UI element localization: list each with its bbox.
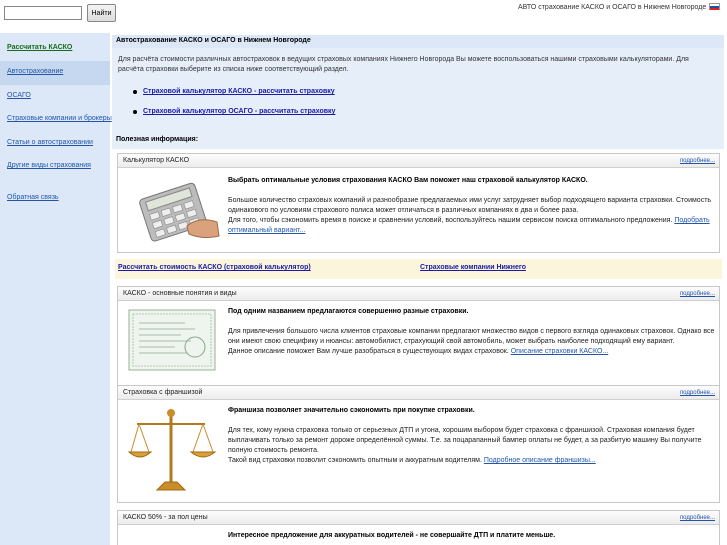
scales-image: [127, 409, 217, 491]
bullet-icon: [133, 110, 137, 114]
link-kasko-calculator[interactable]: Страховой калькулятор КАСКО - рассчитать…: [143, 88, 335, 95]
insurance-certificate-image: [128, 309, 216, 371]
site-title: АВТО страхование КАСКО и ОСАГО в Нижнем …: [518, 4, 707, 11]
intro-text: Для расчёта стоимости различных автостра…: [118, 56, 689, 73]
more-link[interactable]: подробнее...: [680, 390, 715, 396]
card-lead: Интересное предложение для аккуратных во…: [228, 532, 556, 539]
card-kasko-calculator: Калькулятор КАСКО подробнее... Выбрать о…: [117, 153, 720, 253]
card-title: КАСКО - основные понятия и виды: [123, 290, 237, 297]
link-calc-cost[interactable]: Рассчитать стоимость КАСКО (страховой ка…: [118, 264, 311, 271]
card-kasko-50: КАСКО 50% - за пол цены подробнее... Инт…: [117, 510, 720, 545]
link-osago-calculator[interactable]: Страховой калькулятор ОСАГО - рассчитать…: [143, 108, 335, 115]
card-body: Для привлечения большого числа клиентов …: [228, 328, 715, 345]
sidebar: Рассчитать КАСКО Автострахование ОСАГО С…: [0, 33, 112, 545]
sidebar-item-osago[interactable]: ОСАГО: [7, 92, 31, 99]
sidebar-item-articles[interactable]: Статьи о автостраховании: [7, 139, 93, 146]
sidebar-item-companies[interactable]: Страховые компании и брокеры: [7, 115, 112, 122]
russian-flag-icon[interactable]: [709, 3, 720, 10]
link-insurance-companies[interactable]: Страховые компании Нижнего: [420, 264, 526, 271]
sidebar-item-feedback[interactable]: Обратная связь: [7, 194, 59, 201]
calculator-image: [139, 182, 220, 242]
card-text: Интересное предложение для аккуратных во…: [228, 531, 716, 541]
bullet-icon: [133, 90, 137, 94]
page-title: Автострахование КАСКО и ОСАГО в Нижнем Н…: [112, 35, 724, 48]
useful-info-heading: Полезная информация:: [112, 131, 724, 149]
card-title: Страховка с франшизой: [123, 389, 203, 396]
card-body-2: Данное описание поможет Вам лучше разобр…: [228, 348, 509, 355]
sidebar-item-calc-kasko[interactable]: Рассчитать КАСКО: [7, 44, 72, 51]
card-link[interactable]: Описание страховки КАСКО...: [511, 348, 609, 355]
card-kasko-types: КАСКО - основные понятия и виды подробне…: [117, 286, 720, 397]
card-lead: Франшиза позволяет значительно сэкономит…: [228, 407, 475, 414]
card-text: Выбрать оптимальные условия страхования …: [228, 176, 716, 236]
card-title: КАСКО 50% - за пол цены: [123, 514, 208, 521]
card-body: Большое количество страховых компаний и …: [228, 197, 712, 214]
more-link[interactable]: подробнее...: [680, 291, 715, 297]
link-bar: Рассчитать стоимость КАСКО (страховой ка…: [115, 259, 722, 279]
card-title: Калькулятор КАСКО: [123, 157, 190, 164]
main-content: Автострахование КАСКО и ОСАГО в Нижнем Н…: [112, 33, 727, 545]
top-bar: Найти АВТО страхование КАСКО и ОСАГО в Н…: [0, 0, 727, 28]
intro-box: Для расчёта стоимости различных автостра…: [112, 48, 724, 131]
card-text: Под одним названием предлагаются соверше…: [228, 307, 716, 357]
card-franchise: Страховка с франшизой подробнее... Франш…: [117, 385, 720, 503]
search-input[interactable]: [4, 6, 82, 20]
more-link[interactable]: подробнее...: [680, 158, 715, 164]
card-body: Для тех, кому нужна страховка только от …: [228, 427, 702, 454]
sidebar-item-autoinsurance[interactable]: Автострахование: [7, 68, 63, 75]
card-lead: Под одним названием предлагаются соверше…: [228, 308, 469, 315]
card-lead: Выбрать оптимальные условия страхования …: [228, 177, 588, 184]
card-text: Франшиза позволяет значительно сэкономит…: [228, 406, 716, 466]
more-link[interactable]: подробнее...: [680, 515, 715, 521]
card-link[interactable]: Подробное описание франшизы...: [484, 457, 596, 464]
search-button[interactable]: Найти: [87, 4, 116, 22]
card-body-2: Такой вид страховки позволит сэкономить …: [228, 457, 482, 464]
sidebar-item-other[interactable]: Другие виды страхования: [7, 162, 91, 169]
sidebar-active-arrow: [100, 61, 109, 85]
card-body-2: Для того, чтобы сэкономить время в поиск…: [228, 217, 673, 224]
